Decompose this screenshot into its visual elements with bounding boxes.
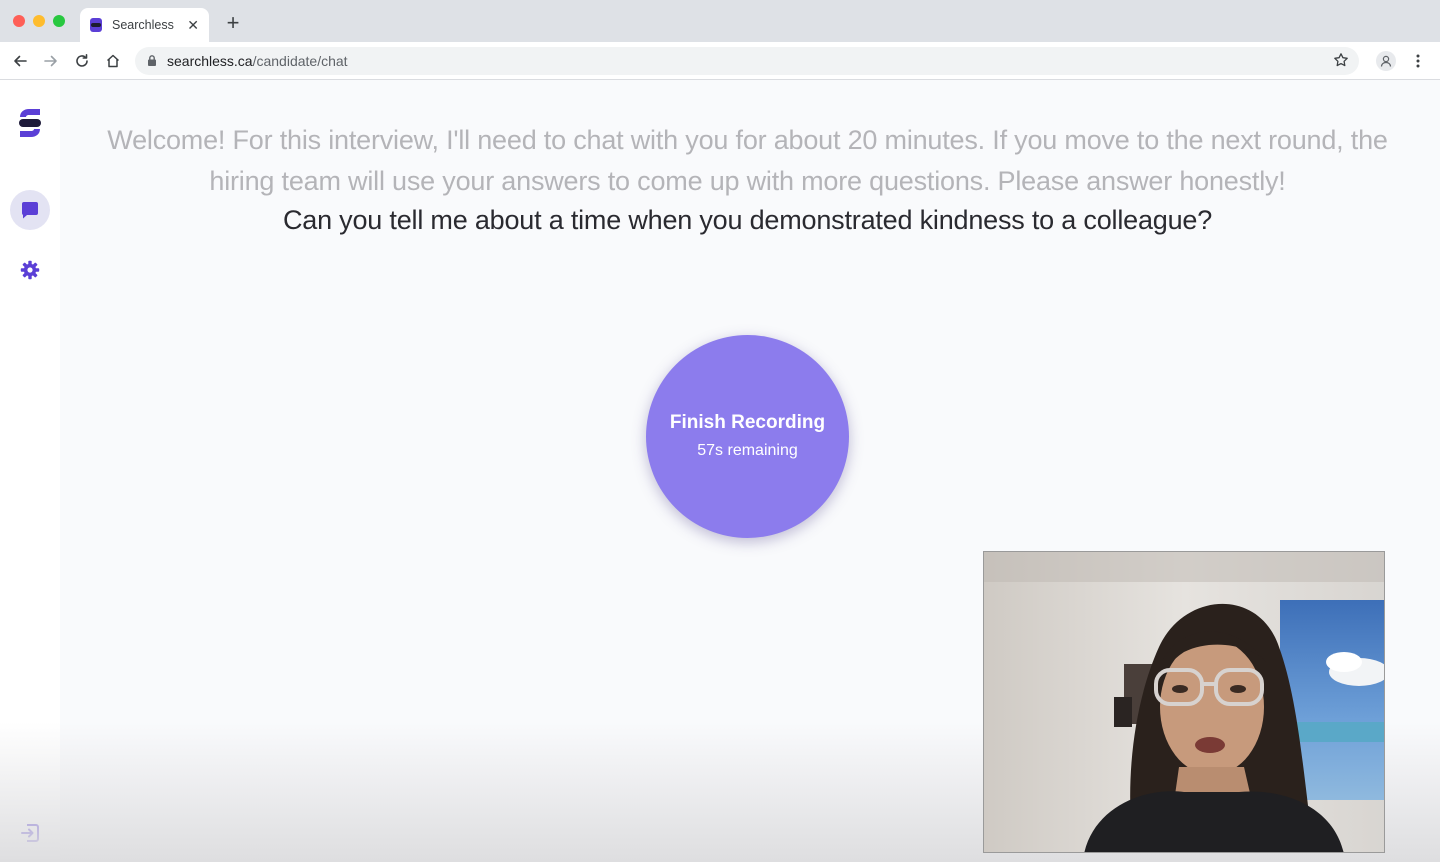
sidebar-item-settings[interactable] — [18, 258, 42, 282]
interview-question: Can you tell me about a time when you de… — [282, 205, 1213, 235]
maximize-window-button[interactable] — [53, 15, 65, 27]
url-text: searchless.ca/candidate/chat — [167, 53, 348, 69]
url-path: /candidate/chat — [252, 53, 348, 69]
sidebar-item-chat[interactable] — [10, 190, 50, 230]
close-window-button[interactable] — [13, 15, 25, 27]
webcam-preview — [983, 551, 1385, 853]
page-content: Welcome! For this interview, I'll need t… — [0, 80, 1440, 862]
searchless-favicon-icon — [90, 18, 102, 32]
address-bar[interactable]: searchless.ca/candidate/chat — [135, 47, 1359, 75]
bookmark-star-icon[interactable] — [1333, 52, 1349, 68]
browser-titlebar: Searchless ✕ + — [0, 0, 1440, 42]
home-icon[interactable] — [103, 51, 123, 71]
webcam-feed — [984, 552, 1384, 852]
reload-icon[interactable] — [72, 51, 92, 71]
searchless-logo-icon[interactable] — [17, 108, 43, 138]
tab-title: Searchless — [112, 18, 174, 32]
interview-intro-text: Welcome! For this interview, I'll need t… — [107, 125, 1388, 196]
tab-close-icon[interactable]: ✕ — [187, 16, 199, 34]
finish-recording-button[interactable]: Finish Recording 57s remaining — [646, 335, 849, 538]
back-arrow-icon[interactable] — [10, 51, 30, 71]
browser-menu-icon[interactable] — [1408, 51, 1428, 71]
gear-icon — [20, 260, 40, 280]
minimize-window-button[interactable] — [33, 15, 45, 27]
chat-bubble-icon — [22, 202, 38, 219]
url-host: searchless.ca — [167, 53, 253, 69]
browser-tab[interactable]: Searchless ✕ — [80, 8, 209, 42]
browser-toolbar: searchless.ca/candidate/chat — [0, 42, 1440, 80]
profile-avatar-icon[interactable] — [1376, 51, 1396, 71]
time-remaining: 57s remaining — [697, 442, 798, 459]
lock-icon — [148, 55, 156, 66]
forward-arrow-icon[interactable] — [41, 51, 61, 71]
finish-recording-label: Finish Recording — [669, 412, 826, 433]
new-tab-button[interactable]: + — [222, 12, 244, 34]
